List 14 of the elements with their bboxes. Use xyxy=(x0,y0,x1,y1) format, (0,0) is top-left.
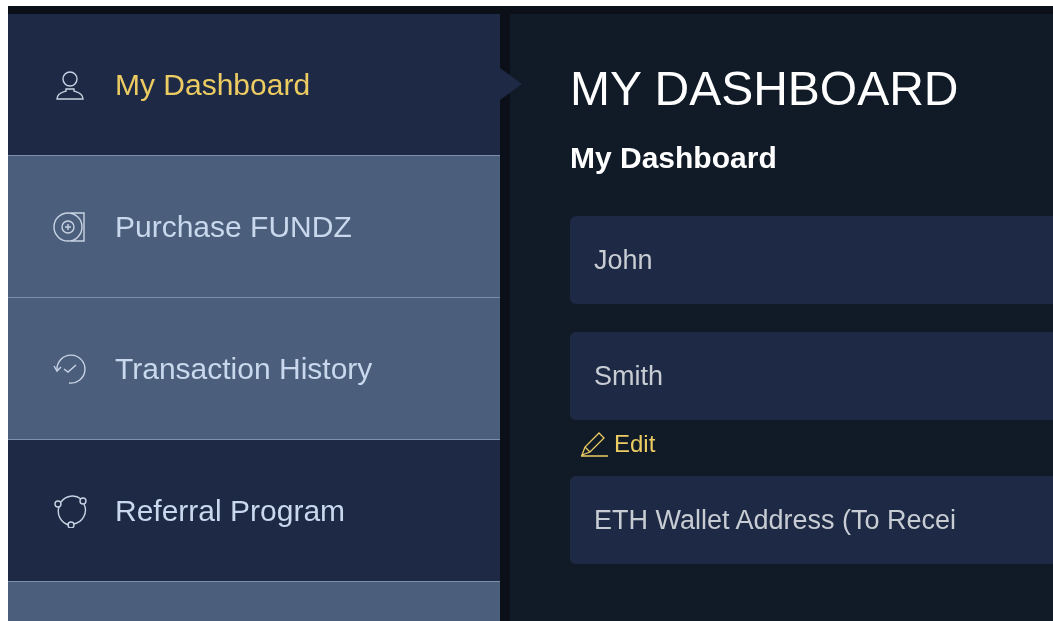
history-icon xyxy=(53,351,87,386)
section-title: My Dashboard xyxy=(570,140,778,176)
input-field[interactable]: Smith xyxy=(570,332,1053,420)
input-field[interactable]: John xyxy=(570,216,1053,304)
edit-link[interactable]: Edit xyxy=(580,426,656,462)
coin-icon xyxy=(53,209,87,244)
sidebar-item[interactable]: Referral Program xyxy=(8,440,500,582)
sidebar-item[interactable] xyxy=(8,582,500,621)
sidebar-item[interactable]: Transaction History xyxy=(8,298,500,440)
input-field[interactable]: ETH Wallet Address (To Recei xyxy=(570,476,1053,564)
referral-icon xyxy=(53,493,87,528)
pencil-icon xyxy=(580,431,608,457)
page-title: MY DASHBOARD xyxy=(570,61,960,117)
sidebar-item[interactable]: Purchase FUNDZ xyxy=(8,156,500,298)
